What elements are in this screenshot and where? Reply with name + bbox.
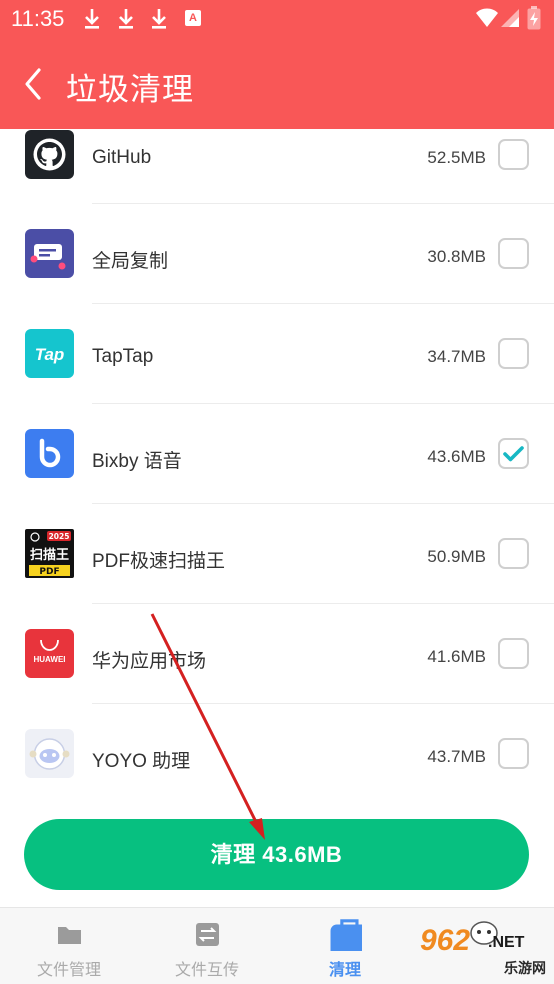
app-size: 52.5MB: [427, 148, 486, 167]
transfer-icon: [196, 923, 219, 946]
app-size: 43.6MB: [427, 447, 486, 466]
pdf-icon-title: 扫描王: [30, 547, 69, 563]
app-name: PDF极速扫描王: [92, 551, 226, 572]
huawei-icon-text: HUAWEI: [34, 655, 66, 664]
back-arrow-icon[interactable]: [22, 66, 46, 102]
clean-button[interactable]: 清理 43.6MB: [24, 819, 529, 890]
select-checkbox[interactable]: [498, 738, 529, 769]
select-checkbox[interactable]: [498, 438, 529, 469]
app-size: 43.7MB: [427, 747, 486, 766]
tab-clean[interactable]: 清理: [276, 908, 414, 984]
app-name: 全局复制: [92, 251, 169, 272]
download-icon: [119, 9, 133, 29]
page-title: 垃圾清理: [66, 72, 194, 107]
list-item[interactable]: Tap TapTap 34.7MB: [0, 304, 554, 404]
clean-bag-icon: [330, 919, 362, 951]
list-item[interactable]: Bixby 语音 43.6MB: [0, 404, 554, 504]
list-item[interactable]: HUAWEI 华为应用市场 41.6MB: [0, 604, 554, 704]
huawei-appgallery-icon: HUAWEI: [25, 629, 74, 678]
download-icon: [152, 9, 166, 29]
tab-label: 文件管理: [36, 962, 101, 979]
github-icon: [25, 130, 74, 179]
app-name: 华为应用市场: [92, 651, 207, 672]
select-checkbox[interactable]: [498, 538, 529, 569]
watermark-domain: .NET: [488, 934, 525, 951]
signal-icon: [501, 9, 519, 27]
list-item[interactable]: 全局复制 30.8MB: [0, 204, 554, 304]
app-name: YOYO 助理: [92, 751, 191, 772]
app-name: TapTap: [92, 346, 154, 367]
select-checkbox[interactable]: [498, 638, 529, 669]
app-size: 30.8MB: [427, 247, 486, 266]
status-time: 11:35: [11, 6, 65, 31]
app-size: 41.6MB: [427, 647, 486, 666]
list-item[interactable]: GitHub 52.5MB: [0, 129, 554, 204]
app-header: 11:35 A 垃圾清理: [0, 0, 554, 129]
taptap-logo-text: Tap: [35, 345, 65, 364]
tab-label: 清理: [328, 962, 361, 979]
select-checkbox[interactable]: [498, 338, 529, 369]
list-item[interactable]: 2025 扫描王 PDF PDF极速扫描王 50.9MB: [0, 504, 554, 604]
status-bar: 11:35 A: [0, 0, 554, 38]
wifi-icon: [476, 8, 498, 27]
app-name: Bixby 语音: [92, 451, 182, 472]
app-notification-icon: A: [185, 10, 201, 26]
tab-file-transfer[interactable]: 文件互传: [138, 908, 276, 984]
app-size: 50.9MB: [427, 547, 486, 566]
list-item[interactable]: YOYO 助理 43.7MB: [0, 704, 554, 801]
pdf-icon-label: PDF: [39, 567, 59, 577]
app-cache-list[interactable]: GitHub 52.5MB 全局复制 30.8MB Tap TapTap 34.…: [0, 129, 554, 801]
tab-label: 文件互传: [174, 962, 239, 979]
global-copy-icon: [25, 229, 74, 278]
pdf-icon-year: 2025: [49, 532, 70, 541]
folder-icon: [58, 927, 81, 944]
pdf-scanner-icon: 2025 扫描王 PDF: [25, 529, 74, 578]
app-size: 34.7MB: [427, 347, 486, 366]
download-icon: [85, 9, 99, 29]
site-watermark: 962 .NET 乐游网: [414, 918, 550, 980]
taptap-icon: Tap: [25, 329, 74, 378]
app-name: GitHub: [92, 147, 152, 168]
yoyo-icon: [25, 729, 74, 778]
select-checkbox[interactable]: [498, 238, 529, 269]
watermark-site-name: 乐游网: [504, 960, 546, 976]
watermark-number: 962: [420, 924, 471, 957]
battery-charging-icon: [527, 6, 541, 30]
select-checkbox[interactable]: [498, 139, 529, 170]
tab-file-manager[interactable]: 文件管理: [0, 908, 138, 984]
bixby-icon: [25, 429, 74, 478]
checkmark-icon: [503, 446, 524, 462]
